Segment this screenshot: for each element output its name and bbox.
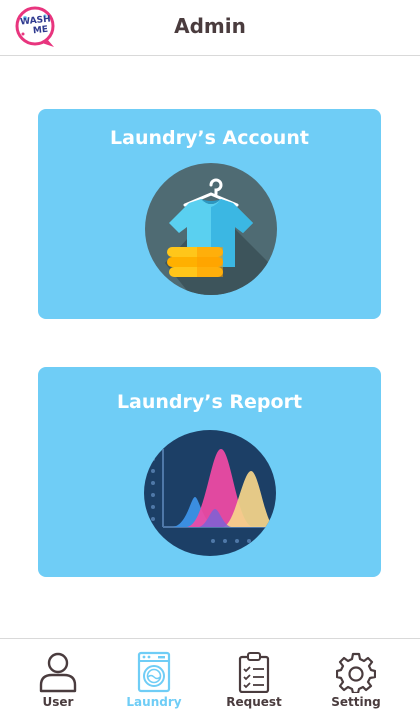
nav-label-user: User (42, 695, 74, 709)
laundry-account-title: Laundry’s Account (110, 127, 309, 149)
bottom-navigation: User Laundry Request Setting (0, 638, 420, 720)
app-header: WASH ME Admin (0, 0, 420, 56)
nav-label-laundry: Laundry (126, 695, 182, 709)
page-title: Admin (174, 14, 246, 38)
gear-icon (336, 652, 376, 693)
washing-machine-icon (137, 651, 171, 693)
laundry-report-card[interactable]: Laundry’s Report (38, 367, 381, 577)
laundry-account-card[interactable]: Laundry’s Account (38, 109, 381, 319)
nav-label-setting: Setting (331, 695, 381, 709)
nav-item-laundry[interactable]: Laundry (112, 651, 196, 715)
nav-label-request: Request (226, 695, 282, 709)
shirt-hanger-icon (145, 163, 277, 295)
report-chart-icon (144, 430, 276, 556)
nav-item-user[interactable]: User (16, 651, 100, 715)
nav-item-request[interactable]: Request (212, 651, 296, 715)
laundry-report-title: Laundry’s Report (116, 391, 303, 413)
nav-item-setting[interactable]: Setting (314, 651, 398, 715)
user-icon (39, 652, 77, 693)
clipboard-check-icon (238, 652, 270, 693)
